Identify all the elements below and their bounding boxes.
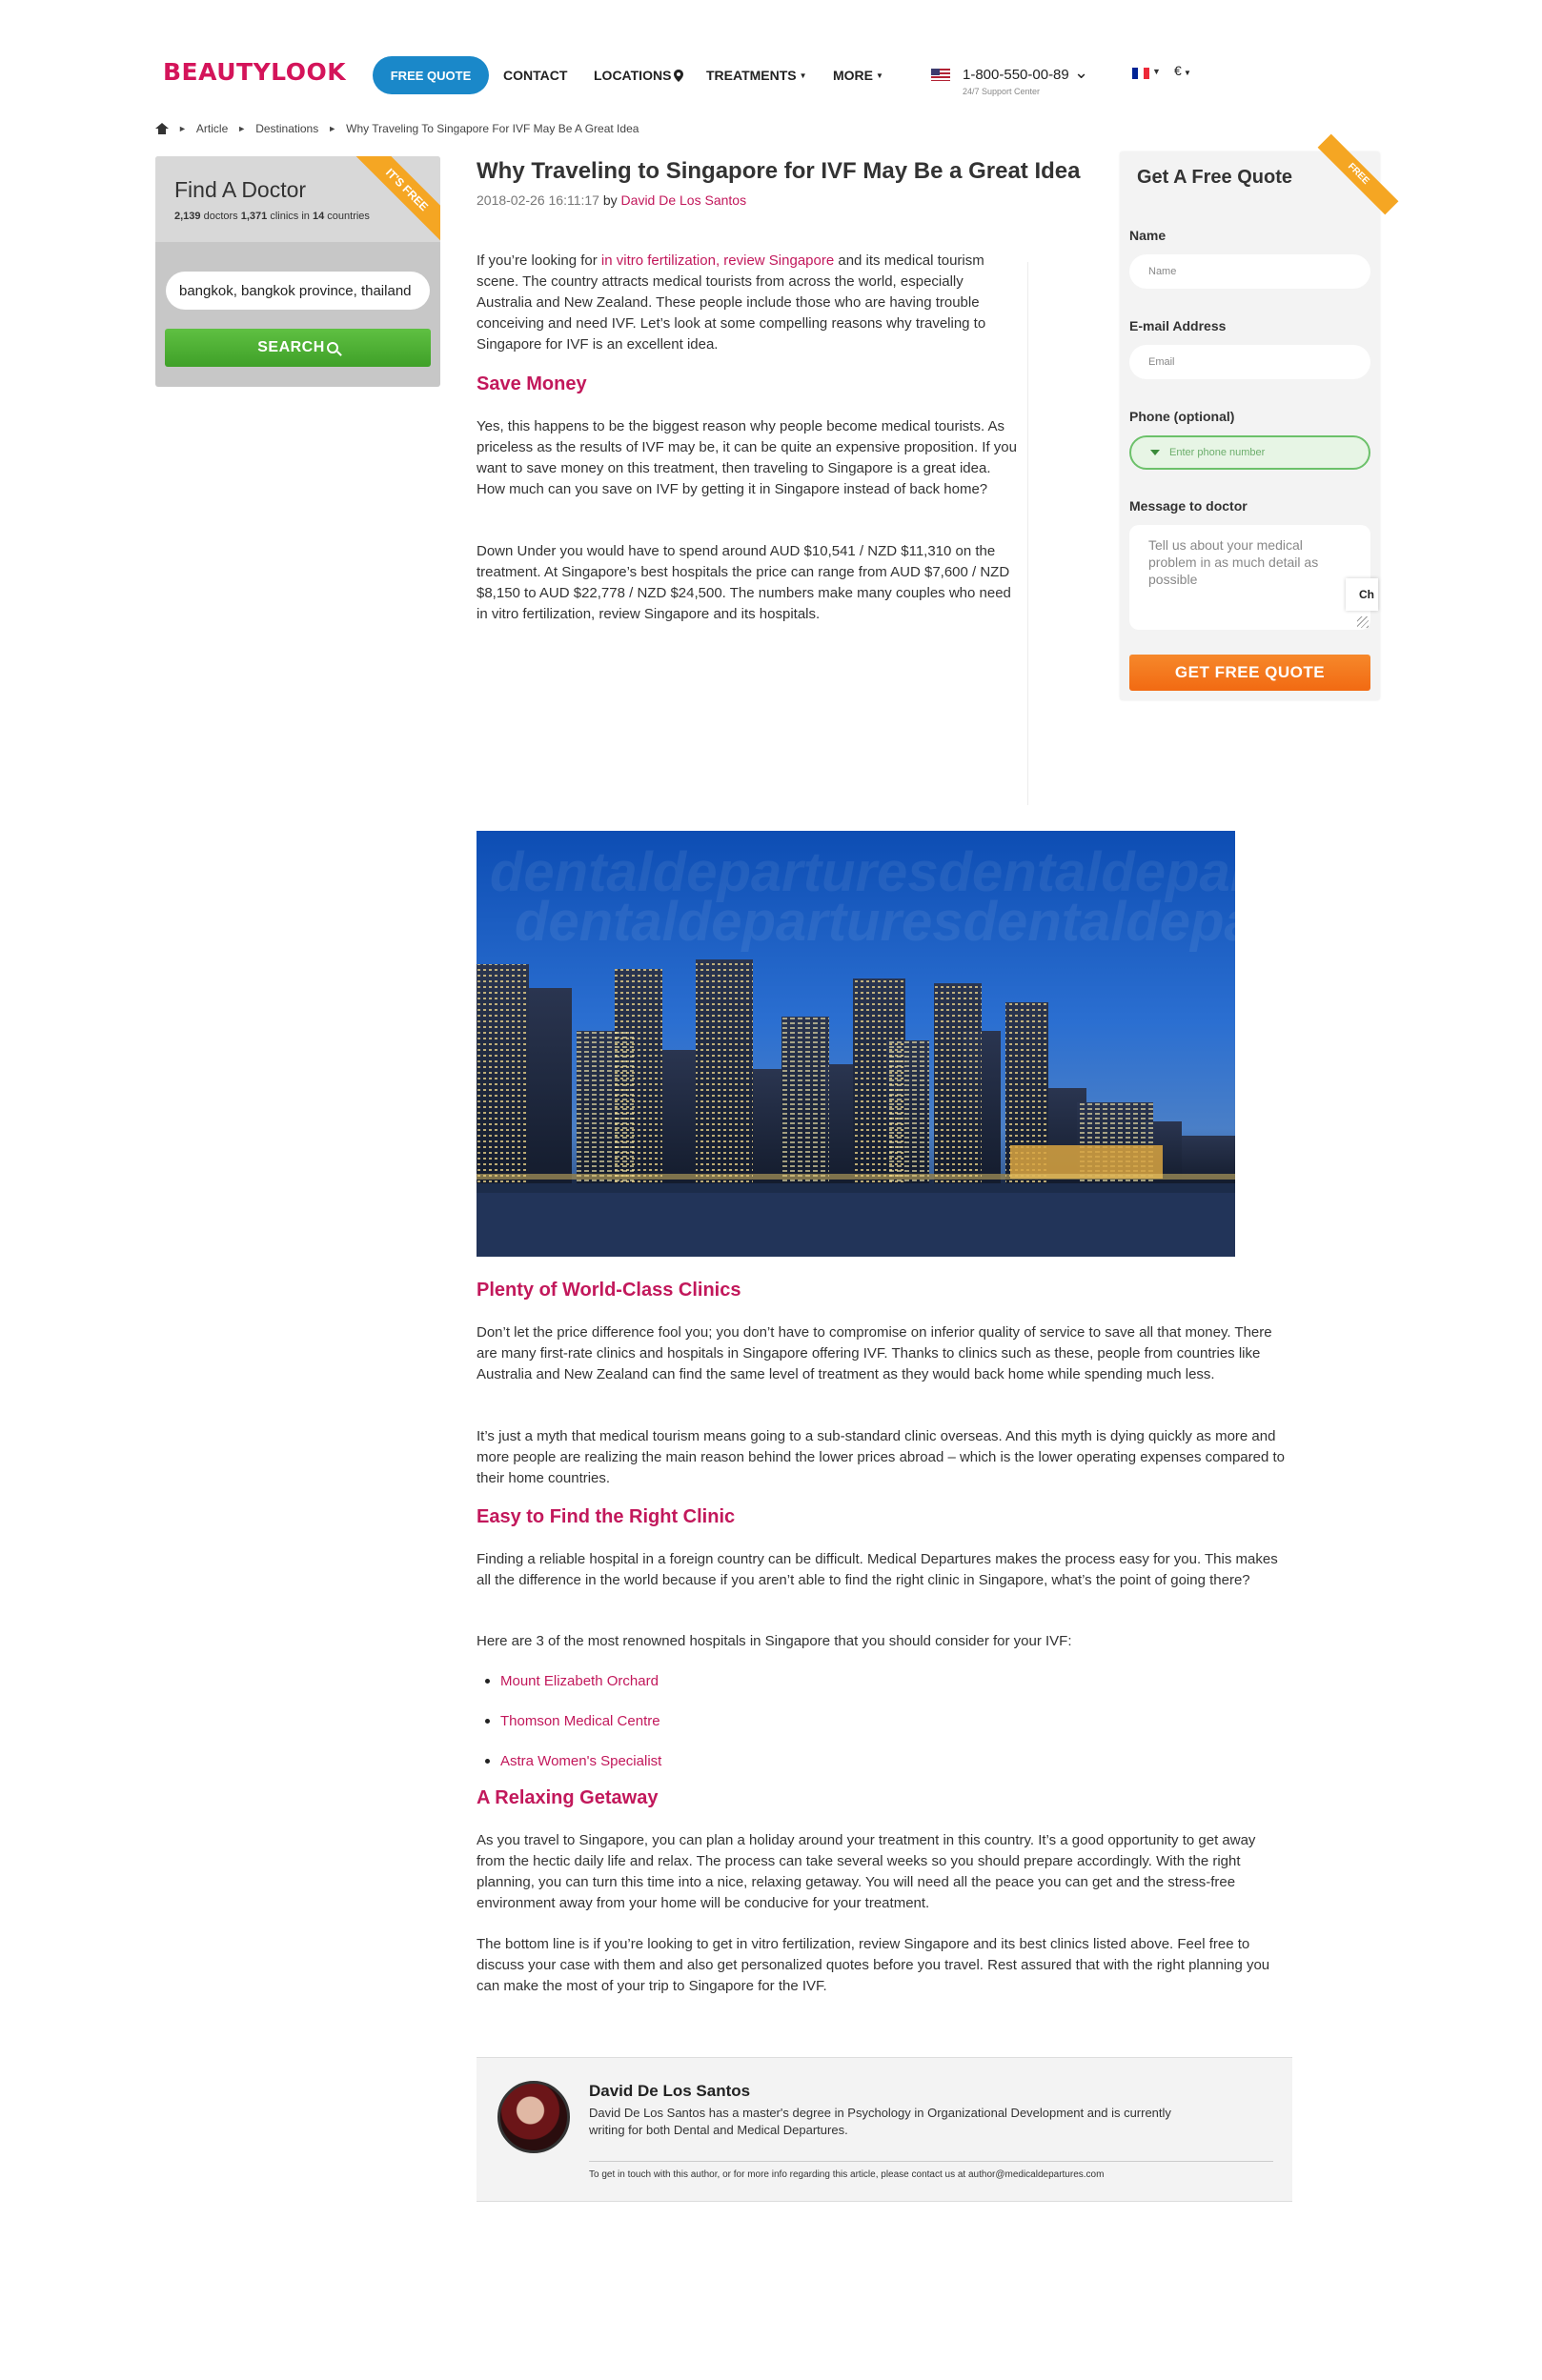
- article-intro: If you’re looking for in vitro fertiliza…: [477, 251, 1020, 355]
- nav-treatments-label: TREATMENTS: [706, 68, 797, 83]
- doctors-count: 2,139: [174, 211, 201, 222]
- chevron-down-icon[interactable]: ⌄: [1074, 63, 1088, 83]
- nav-locations[interactable]: LOCATIONS: [594, 68, 684, 83]
- heading-relaxing-getaway: A Relaxing Getaway: [477, 1787, 659, 1808]
- paragraph-save-1: Yes, this happens to be the biggest reas…: [477, 418, 1017, 497]
- hospital-link-astra[interactable]: Astra Women's Specialist: [484, 1753, 661, 1769]
- home-icon[interactable]: [155, 123, 169, 134]
- phone-support-label: 24/7 Support Center: [963, 87, 1041, 96]
- name-label: Name: [1129, 228, 1167, 243]
- quote-form-title: Get A Free Quote: [1137, 167, 1292, 188]
- author-box: David De Los Santos David De Los Santos …: [477, 2057, 1292, 2202]
- us-flag-icon: [931, 69, 950, 81]
- paragraph-save-2: Down Under you would have to spend aroun…: [477, 543, 1011, 622]
- countries-count: 14: [312, 211, 325, 222]
- resize-handle-icon[interactable]: [1357, 616, 1369, 628]
- breadcrumb-separator-icon: ►: [178, 124, 187, 133]
- hospital-link-mount-elizabeth[interactable]: Mount Elizabeth Orchard: [485, 1673, 659, 1689]
- paragraph-find-2: Here are 3 of the most renowned hospital…: [477, 1633, 1072, 1649]
- clinics-label: clinics in: [270, 211, 310, 222]
- email-label: E-mail Address: [1129, 318, 1227, 333]
- clinics-count: 1,371: [240, 211, 268, 222]
- nav-contact-label: CONTACT: [503, 68, 568, 83]
- language-flag-fr-icon[interactable]: [1132, 68, 1149, 79]
- intro-text-start: If you’re looking for: [477, 252, 601, 269]
- breadcrumb-current: Why Traveling To Singapore For IVF May B…: [346, 122, 639, 135]
- breadcrumb-destinations[interactable]: Destinations: [255, 122, 318, 135]
- heading-find-right-clinic: Easy to Find the Right Clinic: [477, 1506, 736, 1527]
- chat-tab[interactable]: Ch: [1346, 578, 1378, 611]
- search-button[interactable]: SEARCH: [165, 329, 431, 367]
- get-free-quote-button[interactable]: GET FREE QUOTE: [1129, 655, 1370, 691]
- paragraph-clinics-1: Don’t let the price difference fool you;…: [477, 1324, 1272, 1382]
- message-label: Message to doctor: [1129, 498, 1248, 514]
- paragraph-relax-2: The bottom line is if you’re looking to …: [477, 1936, 1270, 1994]
- name-field[interactable]: Name: [1129, 254, 1370, 289]
- free-quote-button[interactable]: FREE QUOTE: [373, 56, 489, 94]
- phone-label: Phone (optional): [1129, 409, 1235, 424]
- caret-down-icon: ▼: [876, 71, 883, 80]
- paragraph-relax-1: As you travel to Singapore, you can plan…: [477, 1832, 1256, 1911]
- breadcrumb-separator-icon: ►: [237, 124, 247, 133]
- email-field[interactable]: Email: [1129, 345, 1370, 379]
- article-by: by: [602, 192, 618, 208]
- author-avatar: [497, 2081, 570, 2153]
- breadcrumb-article[interactable]: Article: [196, 122, 228, 135]
- article-author-link[interactable]: David De Los Santos: [621, 192, 747, 208]
- phone-number: 1-800-550-00-89: [963, 67, 1069, 83]
- article-meta: 2018-02-26 16:11:17 by David De Los Sant…: [477, 192, 746, 208]
- search-button-label: SEARCH: [257, 339, 325, 355]
- phone-field[interactable]: Enter phone number: [1129, 435, 1370, 470]
- doctors-label: doctors: [203, 211, 238, 222]
- countries-label: countries: [327, 211, 370, 222]
- free-ribbon: FREE: [1317, 133, 1399, 215]
- nav-treatments[interactable]: TREATMENTS ▼: [706, 68, 807, 83]
- paragraph-clinics-2: It’s just a myth that medical tourism me…: [477, 1428, 1285, 1486]
- author-name: David De Los Santos: [589, 2082, 751, 2100]
- site-logo[interactable]: BEAUTYLOOK: [163, 58, 346, 86]
- author-contact-note: To get in touch with this author, or for…: [589, 2169, 1105, 2180]
- find-doctor-stats: 2,139 doctors 1,371 clinics in 14 countr…: [174, 211, 421, 222]
- caret-down-icon[interactable]: ▼: [1152, 67, 1161, 76]
- heading-save-money: Save Money: [477, 373, 587, 394]
- nav-locations-label: LOCATIONS: [594, 68, 672, 83]
- intro-link[interactable]: in vitro fertilization, review Singapore: [601, 252, 834, 269]
- image-watermark: dentaldeparturesdentaldepartures: [515, 891, 1235, 953]
- column-divider: [1027, 262, 1028, 805]
- message-placeholder: Tell us about your medical problem in as…: [1148, 537, 1319, 587]
- nav-more-label: MORE: [833, 68, 873, 83]
- message-field[interactable]: Tell us about your medical problem in as…: [1129, 525, 1370, 630]
- author-divider: [589, 2161, 1273, 2162]
- find-doctor-widget: Find A Doctor 2,139 doctors 1,371 clinic…: [155, 156, 440, 387]
- nav-more[interactable]: MORE ▼: [833, 68, 883, 83]
- breadcrumb: ► Article ► Destinations ► Why Traveling…: [155, 122, 639, 135]
- hospital-link-thomson[interactable]: Thomson Medical Centre: [485, 1713, 660, 1729]
- paragraph-find-1: Finding a reliable hospital in a foreign…: [477, 1551, 1278, 1588]
- search-icon: [326, 342, 338, 353]
- free-quote-form: Get A Free Quote FREE Name Name E-mail A…: [1120, 133, 1399, 700]
- find-doctor-header: Find A Doctor 2,139 doctors 1,371 clinic…: [155, 156, 440, 243]
- currency-selector[interactable]: € ▼: [1174, 63, 1191, 78]
- breadcrumb-separator-icon: ►: [328, 124, 337, 133]
- heading-world-class-clinics: Plenty of World-Class Clinics: [477, 1280, 741, 1301]
- nav-contact[interactable]: CONTACT: [503, 68, 567, 83]
- location-search-input[interactable]: bangkok, bangkok province, thailand: [166, 272, 430, 310]
- phone-placeholder: Enter phone number: [1169, 447, 1266, 458]
- currency-symbol: €: [1174, 63, 1182, 78]
- caret-down-icon: ▼: [1181, 69, 1191, 77]
- author-bio: David De Los Santos has a master's degre…: [589, 2106, 1171, 2137]
- map-pin-icon: [674, 69, 684, 82]
- singapore-skyline-image: dentaldeparturesdentaldepartures dentald…: [477, 831, 1235, 1257]
- country-dropdown-icon[interactable]: [1150, 450, 1160, 455]
- article-title: Why Traveling to Singapore for IVF May B…: [477, 158, 1081, 184]
- caret-down-icon: ▼: [799, 71, 807, 80]
- article-date: 2018-02-26 16:11:17: [477, 192, 599, 208]
